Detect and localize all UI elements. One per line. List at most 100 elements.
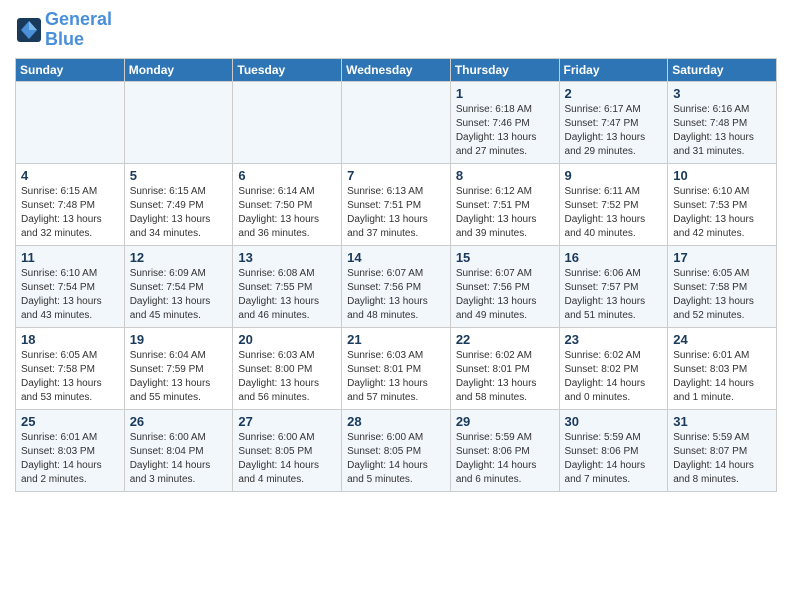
col-header-sunday: Sunday: [16, 58, 125, 81]
day-cell: 27 Sunrise: 6:00 AMSunset: 8:05 PMDayligh…: [233, 409, 342, 491]
col-header-tuesday: Tuesday: [233, 58, 342, 81]
day-cell: 20 Sunrise: 6:03 AMSunset: 8:00 PMDayligh…: [233, 327, 342, 409]
day-info: Sunrise: 6:06 AMSunset: 7:57 PMDaylight:…: [565, 267, 663, 323]
day-info: Sunrise: 6:13 AMSunset: 7:51 PMDaylight:…: [347, 185, 445, 241]
day-cell: 12 Sunrise: 6:09 AMSunset: 7:54 PMDayligh…: [124, 245, 233, 327]
day-info: Sunrise: 6:03 AMSunset: 8:00 PMDaylight:…: [238, 349, 336, 405]
col-header-friday: Friday: [559, 58, 668, 81]
day-number: 5: [130, 168, 228, 183]
day-cell: [233, 81, 342, 163]
day-number: 7: [347, 168, 445, 183]
day-cell: 7 Sunrise: 6:13 AMSunset: 7:51 PMDaylight…: [342, 163, 451, 245]
day-info: Sunrise: 6:00 AMSunset: 8:05 PMDaylight:…: [238, 431, 336, 487]
week-row-4: 18Sunrise: 6:05 AMSunset: 7:58 PMDayligh…: [16, 327, 777, 409]
day-info: Sunrise: 6:11 AMSunset: 7:52 PMDaylight:…: [565, 185, 663, 241]
day-number: 20: [238, 332, 336, 347]
day-cell: 14 Sunrise: 6:07 AMSunset: 7:56 PMDayligh…: [342, 245, 451, 327]
day-cell: 3 Sunrise: 6:16 AMSunset: 7:48 PMDaylight…: [668, 81, 777, 163]
day-number: 14: [347, 250, 445, 265]
day-info: Sunrise: 5:59 AMSunset: 8:06 PMDaylight:…: [565, 431, 663, 487]
day-cell: 11 Sunrise: 6:10 AMSunset: 7:54 PMDayligh…: [16, 245, 125, 327]
header-row: SundayMondayTuesdayWednesdayThursdayFrid…: [16, 58, 777, 81]
day-number: 21: [347, 332, 445, 347]
day-number: 23: [565, 332, 663, 347]
day-number: 3: [673, 86, 771, 101]
day-info: Sunrise: 6:07 AMSunset: 7:56 PMDaylight:…: [456, 267, 554, 323]
day-cell: 30 Sunrise: 5:59 AMSunset: 8:06 PMDayligh…: [559, 409, 668, 491]
day-info: Sunrise: 6:14 AMSunset: 7:50 PMDaylight:…: [238, 185, 336, 241]
day-cell: 28Sunrise: 6:00 AMSunset: 8:05 PMDayligh…: [342, 409, 451, 491]
day-cell: 29Sunrise: 5:59 AMSunset: 8:06 PMDayligh…: [450, 409, 559, 491]
page: General Blue SundayMondayTuesdayWednesda…: [0, 0, 792, 612]
day-cell: 31 Sunrise: 5:59 AMSunset: 8:07 PMDayligh…: [668, 409, 777, 491]
day-info: Sunrise: 6:09 AMSunset: 7:54 PMDaylight:…: [130, 267, 228, 323]
day-number: 12: [130, 250, 228, 265]
col-header-wednesday: Wednesday: [342, 58, 451, 81]
day-info: Sunrise: 6:04 AMSunset: 7:59 PMDaylight:…: [130, 349, 228, 405]
day-info: Sunrise: 6:05 AMSunset: 7:58 PMDaylight:…: [21, 349, 119, 405]
day-number: 11: [21, 250, 119, 265]
day-info: Sunrise: 6:01 AMSunset: 8:03 PMDaylight:…: [21, 431, 119, 487]
day-cell: 24 Sunrise: 6:01 AMSunset: 8:03 PMDayligh…: [668, 327, 777, 409]
week-row-5: 25 Sunrise: 6:01 AMSunset: 8:03 PMDayligh…: [16, 409, 777, 491]
day-cell: 18Sunrise: 6:05 AMSunset: 7:58 PMDayligh…: [16, 327, 125, 409]
day-number: 17: [673, 250, 771, 265]
day-cell: 15Sunrise: 6:07 AMSunset: 7:56 PMDayligh…: [450, 245, 559, 327]
day-cell: 19 Sunrise: 6:04 AMSunset: 7:59 PMDayligh…: [124, 327, 233, 409]
day-info: Sunrise: 6:15 AMSunset: 7:48 PMDaylight:…: [21, 185, 119, 241]
day-cell: 17Sunrise: 6:05 AMSunset: 7:58 PMDayligh…: [668, 245, 777, 327]
day-number: 13: [238, 250, 336, 265]
logo-text: General Blue: [45, 10, 112, 50]
day-cell: 5 Sunrise: 6:15 AMSunset: 7:49 PMDaylight…: [124, 163, 233, 245]
day-info: Sunrise: 6:00 AMSunset: 8:04 PMDaylight:…: [130, 431, 228, 487]
day-cell: 8Sunrise: 6:12 AMSunset: 7:51 PMDaylight…: [450, 163, 559, 245]
day-cell: 21 Sunrise: 6:03 AMSunset: 8:01 PMDayligh…: [342, 327, 451, 409]
day-number: 31: [673, 414, 771, 429]
day-number: 22: [456, 332, 554, 347]
day-number: 9: [565, 168, 663, 183]
day-info: Sunrise: 6:12 AMSunset: 7:51 PMDaylight:…: [456, 185, 554, 241]
day-number: 4: [21, 168, 119, 183]
day-cell: [16, 81, 125, 163]
day-cell: 2Sunrise: 6:17 AMSunset: 7:47 PMDaylight…: [559, 81, 668, 163]
day-info: Sunrise: 6:03 AMSunset: 8:01 PMDaylight:…: [347, 349, 445, 405]
week-row-3: 11 Sunrise: 6:10 AMSunset: 7:54 PMDayligh…: [16, 245, 777, 327]
day-info: Sunrise: 5:59 AMSunset: 8:07 PMDaylight:…: [673, 431, 771, 487]
day-cell: 9 Sunrise: 6:11 AMSunset: 7:52 PMDaylight…: [559, 163, 668, 245]
day-cell: 26 Sunrise: 6:00 AMSunset: 8:04 PMDayligh…: [124, 409, 233, 491]
day-info: Sunrise: 6:18 AMSunset: 7:46 PMDaylight:…: [456, 103, 554, 159]
day-number: 26: [130, 414, 228, 429]
day-number: 6: [238, 168, 336, 183]
day-cell: 23 Sunrise: 6:02 AMSunset: 8:02 PMDayligh…: [559, 327, 668, 409]
day-info: Sunrise: 6:15 AMSunset: 7:49 PMDaylight:…: [130, 185, 228, 241]
day-number: 19: [130, 332, 228, 347]
day-info: Sunrise: 6:02 AMSunset: 8:02 PMDaylight:…: [565, 349, 663, 405]
logo-icon: [15, 16, 43, 44]
logo: General Blue: [15, 10, 112, 50]
day-info: Sunrise: 6:01 AMSunset: 8:03 PMDaylight:…: [673, 349, 771, 405]
day-info: Sunrise: 6:16 AMSunset: 7:48 PMDaylight:…: [673, 103, 771, 159]
day-number: 10: [673, 168, 771, 183]
day-cell: 4 Sunrise: 6:15 AMSunset: 7:48 PMDaylight…: [16, 163, 125, 245]
day-cell: 1 Sunrise: 6:18 AMSunset: 7:46 PMDaylight…: [450, 81, 559, 163]
col-header-thursday: Thursday: [450, 58, 559, 81]
day-info: Sunrise: 6:10 AMSunset: 7:53 PMDaylight:…: [673, 185, 771, 241]
day-info: Sunrise: 6:10 AMSunset: 7:54 PMDaylight:…: [21, 267, 119, 323]
day-cell: 16 Sunrise: 6:06 AMSunset: 7:57 PMDayligh…: [559, 245, 668, 327]
day-info: Sunrise: 6:02 AMSunset: 8:01 PMDaylight:…: [456, 349, 554, 405]
day-number: 24: [673, 332, 771, 347]
day-info: Sunrise: 6:07 AMSunset: 7:56 PMDaylight:…: [347, 267, 445, 323]
day-cell: [124, 81, 233, 163]
day-number: 1: [456, 86, 554, 101]
day-cell: [342, 81, 451, 163]
day-number: 27: [238, 414, 336, 429]
day-number: 2: [565, 86, 663, 101]
day-number: 28: [347, 414, 445, 429]
day-number: 30: [565, 414, 663, 429]
day-number: 29: [456, 414, 554, 429]
day-cell: 6 Sunrise: 6:14 AMSunset: 7:50 PMDaylight…: [233, 163, 342, 245]
week-row-1: 1 Sunrise: 6:18 AMSunset: 7:46 PMDaylight…: [16, 81, 777, 163]
day-number: 25: [21, 414, 119, 429]
day-cell: 25 Sunrise: 6:01 AMSunset: 8:03 PMDayligh…: [16, 409, 125, 491]
day-number: 16: [565, 250, 663, 265]
